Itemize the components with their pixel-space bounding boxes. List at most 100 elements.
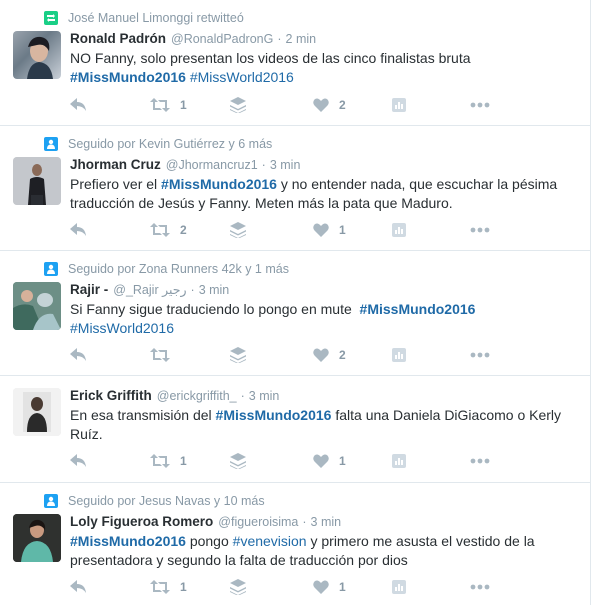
avatar[interactable] (13, 157, 61, 205)
tweet-header: Loly Figueroa Romero @figueroisima · 3 m… (70, 513, 572, 531)
tweet[interactable]: Seguido por Zona Runners 42k y 1 más Raj… (0, 251, 590, 376)
hashtag-link[interactable]: #MissMundo2016 (70, 69, 186, 85)
like-count: 2 (339, 348, 346, 362)
hashtag-link[interactable]: #MissWorld2016 (70, 320, 174, 336)
analytics-button[interactable] (392, 223, 406, 237)
retweet-button[interactable]: 2 (150, 223, 187, 237)
heart-icon (313, 454, 329, 468)
retweet-button[interactable] (150, 348, 180, 362)
like-button[interactable]: 1 (313, 223, 346, 237)
context-text[interactable]: José Manuel Limonggi retwitteó (68, 11, 244, 25)
username[interactable]: @_Rajir رجير (113, 281, 186, 299)
heart-icon (313, 580, 329, 594)
retweet-button[interactable]: 1 (150, 580, 187, 594)
more-icon (470, 584, 490, 590)
hashtag-link[interactable]: #MissMundo2016 (216, 407, 332, 423)
analytics-icon (392, 98, 406, 112)
tweet[interactable]: José Manuel Limonggi retwitteó Ronald Pa… (0, 0, 590, 126)
hashtag-link[interactable]: #venevision (233, 533, 307, 549)
tweet-text: #MissMundo2016 pongo #venevision y prime… (70, 532, 572, 569)
moments-button[interactable] (230, 347, 246, 363)
timestamp[interactable]: 2 min (286, 30, 317, 48)
tweet-text: NO Fanny, solo presentan los videos de l… (70, 49, 572, 86)
username[interactable]: @erickgriffith_ (157, 387, 237, 405)
fullname[interactable]: Erick Griffith (70, 387, 152, 405)
reply-button[interactable] (70, 223, 88, 237)
retweet-icon (150, 223, 170, 237)
avatar[interactable] (13, 31, 61, 79)
username[interactable]: @figueroisima (218, 513, 298, 531)
tweet-context: José Manuel Limonggi retwitteó (44, 10, 244, 26)
hashtag-link[interactable]: #MissMundo2016 (70, 533, 186, 549)
tweet[interactable]: Seguido por Jesus Navas y 10 más Loly Fi… (0, 483, 590, 605)
analytics-button[interactable] (392, 580, 406, 594)
tweet[interactable]: Seguido por Kevin Gutiérrez y 6 más Jhor… (0, 126, 590, 251)
context-text[interactable]: Seguido por Zona Runners 42k y 1 más (68, 262, 289, 276)
layers-icon (230, 579, 246, 595)
context-text[interactable]: Seguido por Jesus Navas y 10 más (68, 494, 265, 508)
fullname[interactable]: Rajir - (70, 281, 108, 299)
moments-button[interactable] (230, 453, 246, 469)
timestamp[interactable]: 3 min (199, 281, 230, 299)
tweet-text: Si Fanny sigue traduciendo lo pongo en m… (70, 300, 572, 337)
separator: · (240, 389, 245, 403)
hashtag-link[interactable]: #MissWorld2016 (190, 69, 294, 85)
tweet-header: Jhorman Cruz @Jhormancruz1 · 3 min (70, 156, 572, 174)
more-button[interactable] (470, 458, 490, 464)
fullname[interactable]: Loly Figueroa Romero (70, 513, 213, 531)
retweet-icon (150, 580, 170, 594)
analytics-button[interactable] (392, 454, 406, 468)
layers-icon (230, 453, 246, 469)
avatar[interactable] (13, 388, 61, 436)
retweet-button[interactable]: 1 (150, 454, 187, 468)
moments-button[interactable] (230, 222, 246, 238)
moments-button[interactable] (230, 579, 246, 595)
more-button[interactable] (470, 584, 490, 590)
hashtag-link[interactable]: #MissMundo2016 (161, 176, 277, 192)
retweet-button[interactable]: 1 (150, 98, 187, 112)
reply-button[interactable] (70, 580, 88, 594)
like-count: 2 (339, 98, 346, 112)
timestamp[interactable]: 3 min (249, 387, 280, 405)
follow-context-icon (44, 494, 58, 508)
retweet-count: 2 (180, 223, 187, 237)
reply-icon (70, 454, 86, 467)
fullname[interactable]: Jhorman Cruz (70, 156, 161, 174)
like-button[interactable]: 2 (313, 348, 346, 362)
like-button[interactable]: 2 (313, 98, 346, 112)
layers-icon (230, 347, 246, 363)
tweet-context: Seguido por Zona Runners 42k y 1 más (44, 261, 289, 277)
follow-context-icon (44, 137, 58, 151)
analytics-icon (392, 580, 406, 594)
like-count: 1 (339, 454, 346, 468)
analytics-button[interactable] (392, 98, 406, 112)
username[interactable]: @Jhormancruz1 (166, 156, 258, 174)
username[interactable]: @RonaldPadronG (171, 30, 273, 48)
timestamp[interactable]: 3 min (270, 156, 301, 174)
moments-button[interactable] (230, 97, 246, 113)
timestamp[interactable]: 3 min (311, 513, 342, 531)
analytics-icon (392, 454, 406, 468)
like-button[interactable]: 1 (313, 454, 346, 468)
fullname[interactable]: Ronald Padrón (70, 30, 166, 48)
layers-icon (230, 97, 246, 113)
tweet[interactable]: Erick Griffith @erickgriffith_ · 3 min E… (0, 376, 590, 483)
more-icon (470, 458, 490, 464)
reply-button[interactable] (70, 454, 88, 468)
hashtag-link[interactable]: #MissMundo2016 (360, 301, 476, 317)
text-segment: Prefiero ver el (70, 176, 162, 192)
avatar[interactable] (13, 514, 61, 562)
avatar[interactable] (13, 282, 61, 330)
reply-icon (70, 348, 86, 361)
more-button[interactable] (470, 352, 490, 358)
like-button[interactable]: 1 (313, 580, 346, 594)
context-text[interactable]: Seguido por Kevin Gutiérrez y 6 más (68, 137, 272, 151)
analytics-button[interactable] (392, 348, 406, 362)
more-button[interactable] (470, 102, 490, 108)
more-button[interactable] (470, 227, 490, 233)
reply-icon (70, 580, 86, 593)
retweet-icon (150, 348, 170, 362)
reply-button[interactable] (70, 348, 88, 362)
reply-button[interactable] (70, 98, 88, 112)
timeline: José Manuel Limonggi retwitteó Ronald Pa… (0, 0, 591, 605)
